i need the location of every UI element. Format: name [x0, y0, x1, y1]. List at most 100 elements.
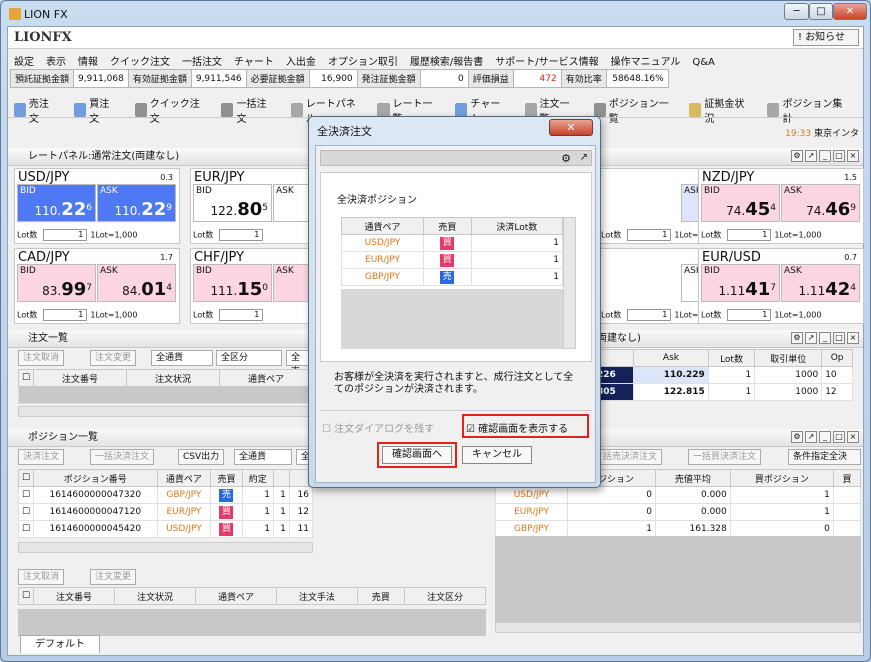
orders-scrollbar[interactable] [18, 406, 313, 417]
col-header[interactable]: 約定 [241, 469, 274, 487]
menu-item[interactable]: チャート [234, 57, 274, 68]
lot-input[interactable]: 1 [43, 229, 88, 241]
col-header[interactable]: 通貨ペア [156, 469, 212, 487]
lot-input[interactable]: 1 [727, 309, 772, 321]
col-header[interactable]: 注文状況 [114, 587, 196, 605]
row-checkbox[interactable]: ☐ [17, 486, 35, 504]
settings-icon[interactable]: ⚙ [561, 152, 571, 165]
bid-price-button[interactable]: BID 74.454 [701, 184, 780, 222]
select-all-checkbox[interactable]: ☐ [17, 469, 35, 487]
table-row[interactable]: EUR/JPY 0 0.000 1 [494, 503, 862, 521]
notice-button[interactable]: ! お知らせ [793, 29, 859, 46]
col-header[interactable]: 売買 [210, 469, 243, 487]
col-header[interactable]: 注文番号 [33, 369, 128, 387]
table-row[interactable]: USD/JPY 0 0.000 1 [494, 486, 862, 504]
col-header[interactable]: 買ポジション [729, 469, 834, 487]
col-header[interactable]: Ask [633, 349, 709, 367]
cancel-button[interactable]: キャンセル [462, 446, 532, 464]
close-icon[interactable]: × [847, 332, 859, 344]
pin-icon[interactable]: ↗ [805, 332, 817, 344]
table-row[interactable]: 805 122.815 1 1000 12 [592, 383, 853, 401]
bid-price-button[interactable]: BID 110.226 [17, 184, 96, 222]
keep-dialog-checkbox[interactable]: ☐ [322, 424, 331, 435]
minimize-icon[interactable]: _ [819, 332, 831, 344]
toolbar-position-list-button[interactable]: ポジション一覧 [593, 95, 680, 125]
row-checkbox[interactable]: ☐ [17, 520, 35, 538]
col-header[interactable]: 注文番号 [33, 587, 116, 605]
dialog-close-button[interactable]: ✕ [549, 119, 593, 136]
restore-icon[interactable]: □ [833, 150, 845, 162]
order-type-select[interactable]: 全区分 [216, 350, 282, 366]
minimize-icon[interactable]: _ [819, 431, 831, 443]
select-all-checkbox[interactable]: ☐ [17, 369, 35, 387]
col-header[interactable]: 通貨ペア [194, 587, 277, 605]
row-checkbox[interactable]: ☐ [17, 503, 35, 521]
csv-export-button[interactable]: CSV出力 [178, 449, 225, 465]
menu-item[interactable]: サポート/サービス情報 [495, 57, 598, 68]
table-row[interactable]: 226 110.229 1 1000 10 [592, 366, 853, 384]
table-row[interactable]: ☐ 1614600000047320 GBP/JPY 売 1 1 16 [17, 486, 314, 504]
dialog-scrollbar[interactable] [563, 217, 576, 349]
pin-icon[interactable]: ↗ [805, 150, 817, 162]
settings-icon[interactable]: ⚙ [791, 332, 803, 344]
lot-input[interactable]: 1 [707, 383, 756, 401]
order2-cancel-button[interactable]: 注文取消 [18, 569, 65, 585]
menu-item[interactable]: 設定 [14, 57, 34, 68]
menu-item[interactable]: 情報 [78, 57, 98, 68]
settle-order-button[interactable]: 決済注文 [18, 449, 65, 465]
menu-item[interactable]: 入出金 [286, 57, 316, 68]
settings-icon[interactable]: ⚙ [791, 150, 803, 162]
col-header[interactable]: 売値平均 [655, 469, 731, 487]
lot-input[interactable]: 1 [219, 229, 264, 241]
lot-input[interactable]: 1 [43, 309, 88, 321]
bulk-buy-settle-button[interactable]: 一括買決済注文 [688, 449, 762, 465]
col-header[interactable]: 通貨ペア [341, 217, 424, 235]
minimize-button[interactable]: ─ [784, 3, 809, 20]
lot-input[interactable]: 1 [707, 366, 756, 384]
pin-icon[interactable]: ↗ [805, 431, 817, 443]
ask-price-button[interactable]: ASK 74.469 [781, 184, 860, 222]
bulk-settle-button[interactable]: 一括決済注文 [90, 449, 155, 465]
pin-icon[interactable]: ↗ [580, 152, 588, 163]
close-icon[interactable]: × [847, 431, 859, 443]
lot-input[interactable]: 1 [219, 309, 264, 321]
settings-icon[interactable]: ⚙ [791, 431, 803, 443]
select-all-checkbox[interactable]: ☐ [17, 587, 35, 605]
ask-price-button[interactable]: ASK 1.11424 [781, 264, 860, 302]
minimize-icon[interactable]: _ [819, 150, 831, 162]
menu-item[interactable]: クイック注文 [110, 57, 170, 68]
menu-item[interactable]: 履歴検索/報告書 [410, 57, 483, 68]
lot-input[interactable]: 1 [627, 309, 672, 321]
positions-pair-select[interactable]: 全通貨 [234, 449, 292, 465]
order-change-button[interactable]: 注文変更 [90, 350, 137, 366]
col-header[interactable]: Op [821, 349, 853, 367]
table-row[interactable]: ☐ 1614600000047120 EUR/JPY 買 1 1 12 [17, 503, 314, 521]
restore-icon[interactable]: □ [833, 431, 845, 443]
order2-change-button[interactable]: 注文変更 [90, 569, 137, 585]
col-header[interactable]: 買 [832, 469, 862, 487]
menu-item[interactable]: Q&A [692, 57, 715, 68]
menu-item[interactable]: 一括注文 [182, 57, 222, 68]
close-icon[interactable]: × [847, 150, 859, 162]
col-header[interactable]: 注文区分 [403, 587, 487, 605]
toolbar-sell-order-button[interactable]: 売注文 [14, 95, 64, 125]
restore-icon[interactable]: □ [833, 332, 845, 344]
summary-scrollbar[interactable] [495, 622, 861, 633]
toolbar-buy-order-button[interactable]: 買注文 [74, 95, 124, 125]
order-pair-select[interactable]: 全通貨 [151, 350, 213, 366]
bid-price-button[interactable]: BID 111.150 [193, 264, 272, 302]
col-header[interactable]: Lot数 [707, 349, 756, 367]
table-row[interactable]: ☐ 1614600000045420 USD/JPY 買 1 1 11 [17, 520, 314, 538]
toolbar-quick-order-button[interactable]: クイック注文 [134, 95, 212, 125]
tab-default[interactable]: デフォルト [20, 635, 100, 653]
bid-price-button[interactable]: BID 1.11417 [701, 264, 780, 302]
col-header[interactable]: 取引単位 [754, 349, 823, 367]
maximize-button[interactable]: □ [809, 3, 833, 20]
col-header[interactable]: 注文状況 [126, 369, 221, 387]
order-cancel-button[interactable]: 注文取消 [18, 350, 65, 366]
bulk-sell-settle-button[interactable]: 括売決済注文 [598, 449, 663, 465]
lot-input[interactable]: 1 [727, 229, 772, 241]
ask-price-button[interactable]: ASK 110.229 [97, 184, 176, 222]
ask-price-button[interactable]: ASK 84.014 [97, 264, 176, 302]
col-header[interactable]: 決済Lot数 [470, 217, 564, 235]
